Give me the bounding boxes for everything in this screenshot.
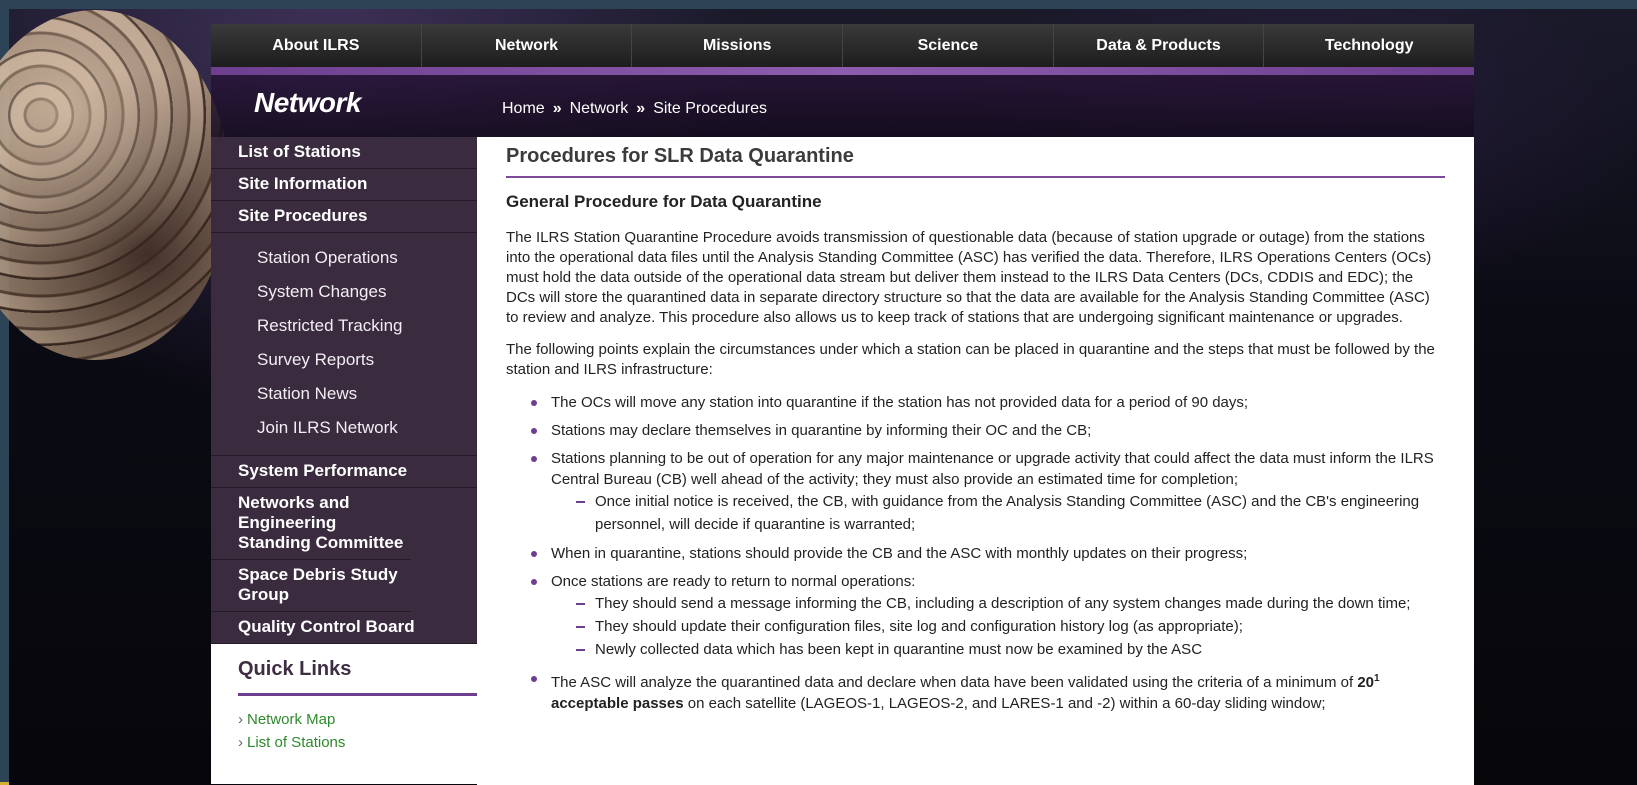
nav-network[interactable]: Network	[422, 24, 633, 67]
section-title: Network	[254, 87, 361, 118]
list-item-text: Stations planning to be out of operation…	[551, 450, 1434, 488]
sub-list: They should send a message informing the…	[551, 592, 1445, 661]
sidebar-item-site-information[interactable]: Site Information	[211, 169, 477, 201]
sub-list: Once initial notice is received, the CB,…	[551, 490, 1445, 536]
nav-technology[interactable]: Technology	[1264, 24, 1474, 67]
list-item: The ASC will analyze the quarantined dat…	[531, 668, 1445, 714]
list-item-text: on each satellite (LAGEOS-1, LAGEOS-2, a…	[683, 695, 1326, 712]
breadcrumb-separator: »	[636, 100, 646, 117]
circumstances-paragraph: The following points explain the circums…	[506, 341, 1435, 378]
nav-missions[interactable]: Missions	[632, 24, 844, 67]
sidebar-item-quality-control-board[interactable]: Quality Control Board	[211, 612, 477, 644]
acceptable-passes: acceptable passes	[551, 695, 684, 712]
breadcrumb-current: Site Procedures	[653, 100, 768, 117]
top-frame-strip	[0, 0, 1637, 9]
top-navigation: About ILRS Network Missions Science Data…	[211, 24, 1474, 67]
sidebar-item-site-procedures[interactable]: Site Procedures	[211, 201, 477, 233]
sidebar-item-list-of-stations[interactable]: List of Stations	[211, 137, 477, 169]
sub-list-item: Newly collected data which has been kept…	[576, 638, 1445, 661]
sidebar-item-system-performance[interactable]: System Performance	[211, 456, 477, 488]
procedure-list: The OCs will move any station into quara…	[506, 392, 1445, 714]
main-content: Procedures for SLR Data Quarantine Gener…	[477, 137, 1474, 785]
list-item-text: Once stations are ready to return to nor…	[551, 573, 916, 590]
main-body: List of Stations Site Information Site P…	[211, 137, 1474, 785]
page-title: Procedures for SLR Data Quarantine	[506, 145, 1445, 178]
sidebar-subitem-join-ilrs-network[interactable]: Join ILRS Network	[211, 411, 477, 445]
breadcrumb-network[interactable]: Network	[570, 100, 629, 117]
sub-list-item: They should update their configuration f…	[576, 615, 1445, 638]
nav-data-products[interactable]: Data & Products	[1054, 24, 1265, 67]
breadcrumb-separator: »	[552, 100, 562, 117]
list-item: Once stations are ready to return to nor…	[531, 571, 1445, 661]
quick-link-label: Network Map	[247, 711, 336, 728]
list-item: When in quarantine, stations should prov…	[531, 543, 1445, 564]
sidebar-subitem-restricted-tracking[interactable]: Restricted Tracking	[211, 309, 477, 343]
chevron-right-icon: ›	[238, 734, 243, 751]
list-item-text: The ASC will analyze the quarantined dat…	[551, 674, 1358, 691]
footnote-ref[interactable]: 1	[1374, 673, 1380, 684]
sidebar-item-space-debris[interactable]: Space Debris Study Group	[211, 560, 411, 612]
sub-list-item: Once initial notice is received, the CB,…	[576, 490, 1445, 536]
quick-links-title: Quick Links	[238, 658, 477, 696]
quick-link-label: List of Stations	[247, 734, 346, 751]
sub-list-item: They should send a message informing the…	[576, 592, 1445, 615]
quick-link-list-of-stations[interactable]: › List of Stations	[238, 731, 477, 754]
quick-link-network-map[interactable]: › Network Map	[238, 708, 477, 731]
sidebar: List of Stations Site Information Site P…	[211, 137, 477, 785]
accent-bar	[211, 67, 1474, 75]
site-wrapper: About ILRS Network Missions Science Data…	[211, 24, 1474, 785]
sidebar-subitem-station-operations[interactable]: Station Operations	[211, 241, 477, 275]
breadcrumb: Home » Network » Site Procedures	[502, 100, 767, 118]
section-banner: Network Home » Network » Site Procedures	[211, 75, 1474, 137]
sidebar-item-networks-engineering[interactable]: Networks and Engineering Standing Commit…	[211, 488, 411, 560]
chevron-right-icon: ›	[238, 711, 243, 728]
breadcrumb-home[interactable]: Home	[502, 100, 545, 117]
quick-links: Quick Links › Network Map › List of Statio…	[211, 644, 477, 784]
passes-count: 20	[1357, 674, 1375, 691]
nav-about-ilrs[interactable]: About ILRS	[211, 24, 422, 67]
sidebar-subitem-survey-reports[interactable]: Survey Reports	[211, 343, 477, 377]
sidebar-subnav: Station Operations System Changes Restri…	[211, 233, 477, 456]
list-item: Stations planning to be out of operation…	[531, 448, 1445, 536]
list-item: The OCs will move any station into quara…	[531, 392, 1445, 413]
list-item: Stations may declare themselves in quara…	[531, 420, 1445, 441]
intro-paragraph: The ILRS Station Quarantine Procedure av…	[506, 229, 1432, 326]
sidebar-nav: List of Stations Site Information Site P…	[211, 137, 477, 644]
nav-science[interactable]: Science	[843, 24, 1054, 67]
sidebar-subitem-station-news[interactable]: Station News	[211, 377, 477, 411]
sidebar-subitem-system-changes[interactable]: System Changes	[211, 275, 477, 309]
section-heading: General Procedure for Data Quarantine	[506, 192, 822, 211]
